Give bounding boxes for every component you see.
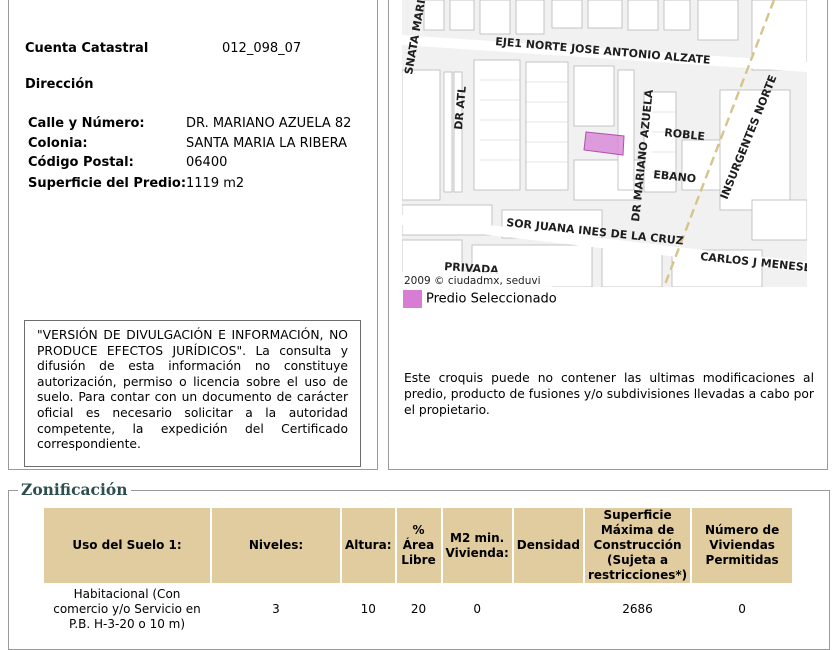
header-niveles: Niveles: xyxy=(212,508,340,583)
map-disclaimer: Este croquis puede no contener las ultim… xyxy=(404,371,814,417)
map-legend: Predio Seleccionado xyxy=(403,290,557,308)
cell-densidad xyxy=(514,585,583,633)
cell-superficie-maxima: 2686 xyxy=(622,601,653,616)
superficie-label: Superficie del Predio: xyxy=(28,176,187,191)
cell-area-libre: 20 xyxy=(410,601,427,616)
legal-notice: "VERSIÓN DE DIVULGACIÓN E INFORMACIÓN, N… xyxy=(24,320,361,467)
location-map[interactable]: EJE1 NORTE JOSE ANTONIO ALZATE SNATA MAR… xyxy=(402,0,807,287)
legend-label: Predio Seleccionado xyxy=(426,291,557,307)
cell-numero-viviendas: 0 xyxy=(738,601,746,616)
map-credit: 2009 © ciudadmx, seduvi xyxy=(404,275,541,287)
codigo-postal-value: 06400 xyxy=(186,155,228,170)
cell-altura: 10 xyxy=(360,601,376,616)
direccion-heading: Dirección xyxy=(25,77,94,92)
zonificacion-title: Zonificación xyxy=(18,480,131,499)
header-uso-suelo: Uso del Suelo 1: xyxy=(44,508,210,583)
calle-value: DR. MARIANO AZUELA 82 xyxy=(186,116,352,131)
zonificacion-table: Uso del Suelo 1: Niveles: Altura: % Área… xyxy=(42,506,794,635)
cell-m2-min-vivienda: 0 xyxy=(473,601,481,616)
table-header-row: Uso del Suelo 1: Niveles: Altura: % Área… xyxy=(44,508,793,583)
header-numero-viviendas: Número de Viviendas Permitidas xyxy=(692,508,793,583)
table-row: Habitacional (Con comercio y/o Servicio … xyxy=(44,585,792,633)
cuenta-catastral-value: 012_098_07 xyxy=(222,41,302,56)
colonia-label: Colonia: xyxy=(28,136,88,151)
cuenta-catastral-label: Cuenta Catastral xyxy=(25,41,149,56)
codigo-postal-label: Código Postal: xyxy=(28,155,134,170)
cell-niveles: 3 xyxy=(272,601,280,616)
legend-swatch xyxy=(403,290,422,308)
header-superficie-maxima: Superficie Máxima de Construcción (Sujet… xyxy=(584,508,691,583)
calle-label: Calle y Número: xyxy=(28,116,145,131)
cell-uso-suelo: Habitacional (Con comercio y/o Servicio … xyxy=(53,586,201,631)
colonia-value: SANTA MARIA LA RIBERA xyxy=(186,136,348,151)
superficie-value: 1119 m2 xyxy=(186,176,245,191)
header-altura: Altura: xyxy=(342,508,395,583)
header-m2-min-vivienda: M2 min. Vivienda: xyxy=(442,508,512,583)
header-area-libre: % Área Libre xyxy=(396,508,441,583)
header-densidad: Densidad xyxy=(513,508,583,583)
